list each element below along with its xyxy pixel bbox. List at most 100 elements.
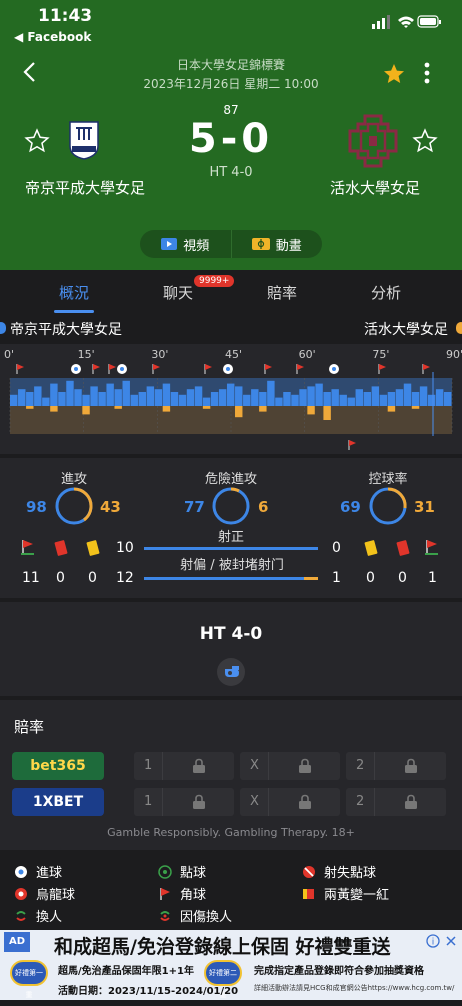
- legend-own-goal: 烏龍球: [14, 884, 75, 903]
- match-timeline: 0' 15' 30' 45' 60' 75' 90': [0, 344, 462, 454]
- attack-label: 進攻: [60, 472, 87, 487]
- corner-event-icon: [93, 364, 100, 370]
- away-team-name[interactable]: 活水大學女足: [310, 178, 440, 198]
- home-pressure-bar: [403, 383, 412, 406]
- injury-substitution-icon: [160, 910, 170, 921]
- own-goal-icon: [15, 887, 27, 900]
- odds-cell-divider: [162, 752, 163, 780]
- home-pressure-bar: [26, 392, 34, 406]
- possession-label: 控球率: [368, 472, 408, 487]
- ad-banner[interactable]: AD 和成超馬/免治登錄線上保固 好禮雙重送 i 好禮第一重 超馬/免治產品保固…: [0, 930, 462, 1000]
- home-pressure-bar: [235, 386, 243, 406]
- tab-odds[interactable]: 賠率: [242, 282, 322, 303]
- home-pressure-bar: [154, 389, 163, 406]
- away-team-crest-icon: [348, 114, 398, 168]
- shots-on-away: 0: [332, 540, 341, 556]
- follow-away-star-icon[interactable]: [412, 128, 438, 154]
- home-red-cards: 0: [56, 570, 65, 586]
- odds-title: 賠率: [14, 718, 45, 736]
- home-pressure-bar: [18, 389, 26, 406]
- home-team-name[interactable]: 帝京平成大學女足: [20, 178, 150, 198]
- home-pressure-bar: [178, 394, 187, 406]
- media-switcher: 視頻 動畫: [140, 230, 322, 258]
- tab-analysis[interactable]: 分析: [346, 282, 426, 303]
- odds-cell-divider: [162, 788, 163, 816]
- goal-event-icon-center: [120, 367, 124, 371]
- second-yellow-icon: [303, 888, 314, 899]
- home-pressure-bar: [202, 397, 211, 406]
- home-pressure-bar: [243, 394, 251, 406]
- gamble-disclaimer[interactable]: Gamble Responsibly. Gambling Therapy. 18…: [0, 826, 462, 839]
- animation-button[interactable]: 動畫: [232, 230, 323, 258]
- goal-event-icon-center: [226, 367, 230, 371]
- away-corner-flag-icon: [425, 540, 438, 555]
- legend-injury-sub-label: 因傷換人: [180, 910, 233, 925]
- home-pressure-bar: [395, 389, 404, 406]
- home-pressure-bar: [58, 392, 66, 406]
- timeline-tick-label: 30': [151, 348, 168, 361]
- shots-on-home: 10: [116, 540, 134, 556]
- bookmaker-0[interactable]: bet365: [12, 752, 104, 780]
- odds-cell-label: X: [250, 794, 259, 809]
- home-pressure-bar: [259, 392, 267, 406]
- home-pressure-bar: [291, 394, 299, 406]
- corner-event-icon: [297, 364, 304, 370]
- odds-cell[interactable]: 2: [346, 752, 446, 780]
- home-pressure-bar: [347, 397, 355, 406]
- odds-cell[interactable]: 1: [134, 752, 234, 780]
- bookmaker-1[interactable]: 1XBET: [12, 788, 104, 816]
- timeline-tick-label: 15': [78, 348, 95, 361]
- halftime-panel: HT 4-0: [0, 602, 462, 696]
- away-pressure-bar: [307, 406, 315, 415]
- active-tab-indicator: [54, 310, 94, 313]
- odds-cell-divider: [268, 752, 269, 780]
- ad-title[interactable]: 和成超馬/免治登錄線上保固 好禮雙重送: [54, 932, 391, 959]
- odds-cell[interactable]: X: [240, 752, 340, 780]
- odds-cell[interactable]: 1: [134, 788, 234, 816]
- timeline-tick-label: 45': [225, 348, 242, 361]
- legend-second-yellow-label: 兩黃變一紅: [324, 888, 390, 903]
- legend-penalty-label: 點球: [180, 866, 207, 881]
- home-pressure-bar: [218, 389, 227, 406]
- ad-line2b: 詳細活動辦法請見HCG和成官網公告https://www.hcg.com.tw/: [254, 984, 455, 992]
- home-pressure-bar: [130, 394, 138, 406]
- home-pressure-bar: [122, 380, 130, 406]
- tab-overview[interactable]: 概況: [34, 282, 114, 303]
- odds-cell-divider: [374, 752, 375, 780]
- follow-home-star-icon[interactable]: [24, 128, 50, 154]
- corner-event-icon: [17, 364, 24, 370]
- attack-ring: [55, 487, 93, 525]
- legend-missed-penalty: 射失點球: [302, 862, 376, 881]
- dangerous-attack-ring: [212, 487, 250, 525]
- back-to-app-link[interactable]: ◀ Facebook: [14, 30, 91, 44]
- home-pressure-bar: [34, 386, 42, 406]
- possession-home: 69: [340, 498, 361, 516]
- odds-cell-label: X: [250, 758, 259, 773]
- odds-cell[interactable]: X: [240, 788, 340, 816]
- shots-on-label: 射正: [217, 530, 244, 545]
- video-button[interactable]: 視頻: [140, 230, 231, 258]
- penalty-icon: [158, 864, 172, 879]
- home-pressure-bar: [323, 392, 331, 406]
- ad-info-icon[interactable]: i: [426, 934, 440, 948]
- favorite-star-icon[interactable]: [382, 62, 406, 86]
- home-yellow-cards: 0: [88, 570, 97, 586]
- video-label: 視頻: [183, 238, 210, 254]
- home-pressure-bar: [363, 392, 372, 406]
- home-pressure-bar: [419, 386, 428, 406]
- svg-text:i: i: [432, 938, 435, 948]
- more-options-icon[interactable]: [420, 60, 434, 86]
- possession-away: 31: [414, 498, 435, 516]
- shots-on-bar: [144, 547, 318, 550]
- home-pressure-bar: [90, 386, 98, 406]
- ad-close-icon[interactable]: [444, 934, 458, 948]
- away-pressure-bar: [387, 406, 396, 412]
- red-card-icon: [54, 540, 68, 556]
- odds-cell[interactable]: 2: [346, 788, 446, 816]
- legend-second-yellow: 兩黃變一紅: [302, 884, 389, 903]
- timeline-tick-label: 0': [4, 348, 14, 361]
- legend-corner-label: 角球: [180, 888, 207, 903]
- legend-goal-label: 進球: [36, 866, 63, 881]
- corner-event-icon: [205, 364, 212, 370]
- timeline-tick-label: 75': [372, 348, 389, 361]
